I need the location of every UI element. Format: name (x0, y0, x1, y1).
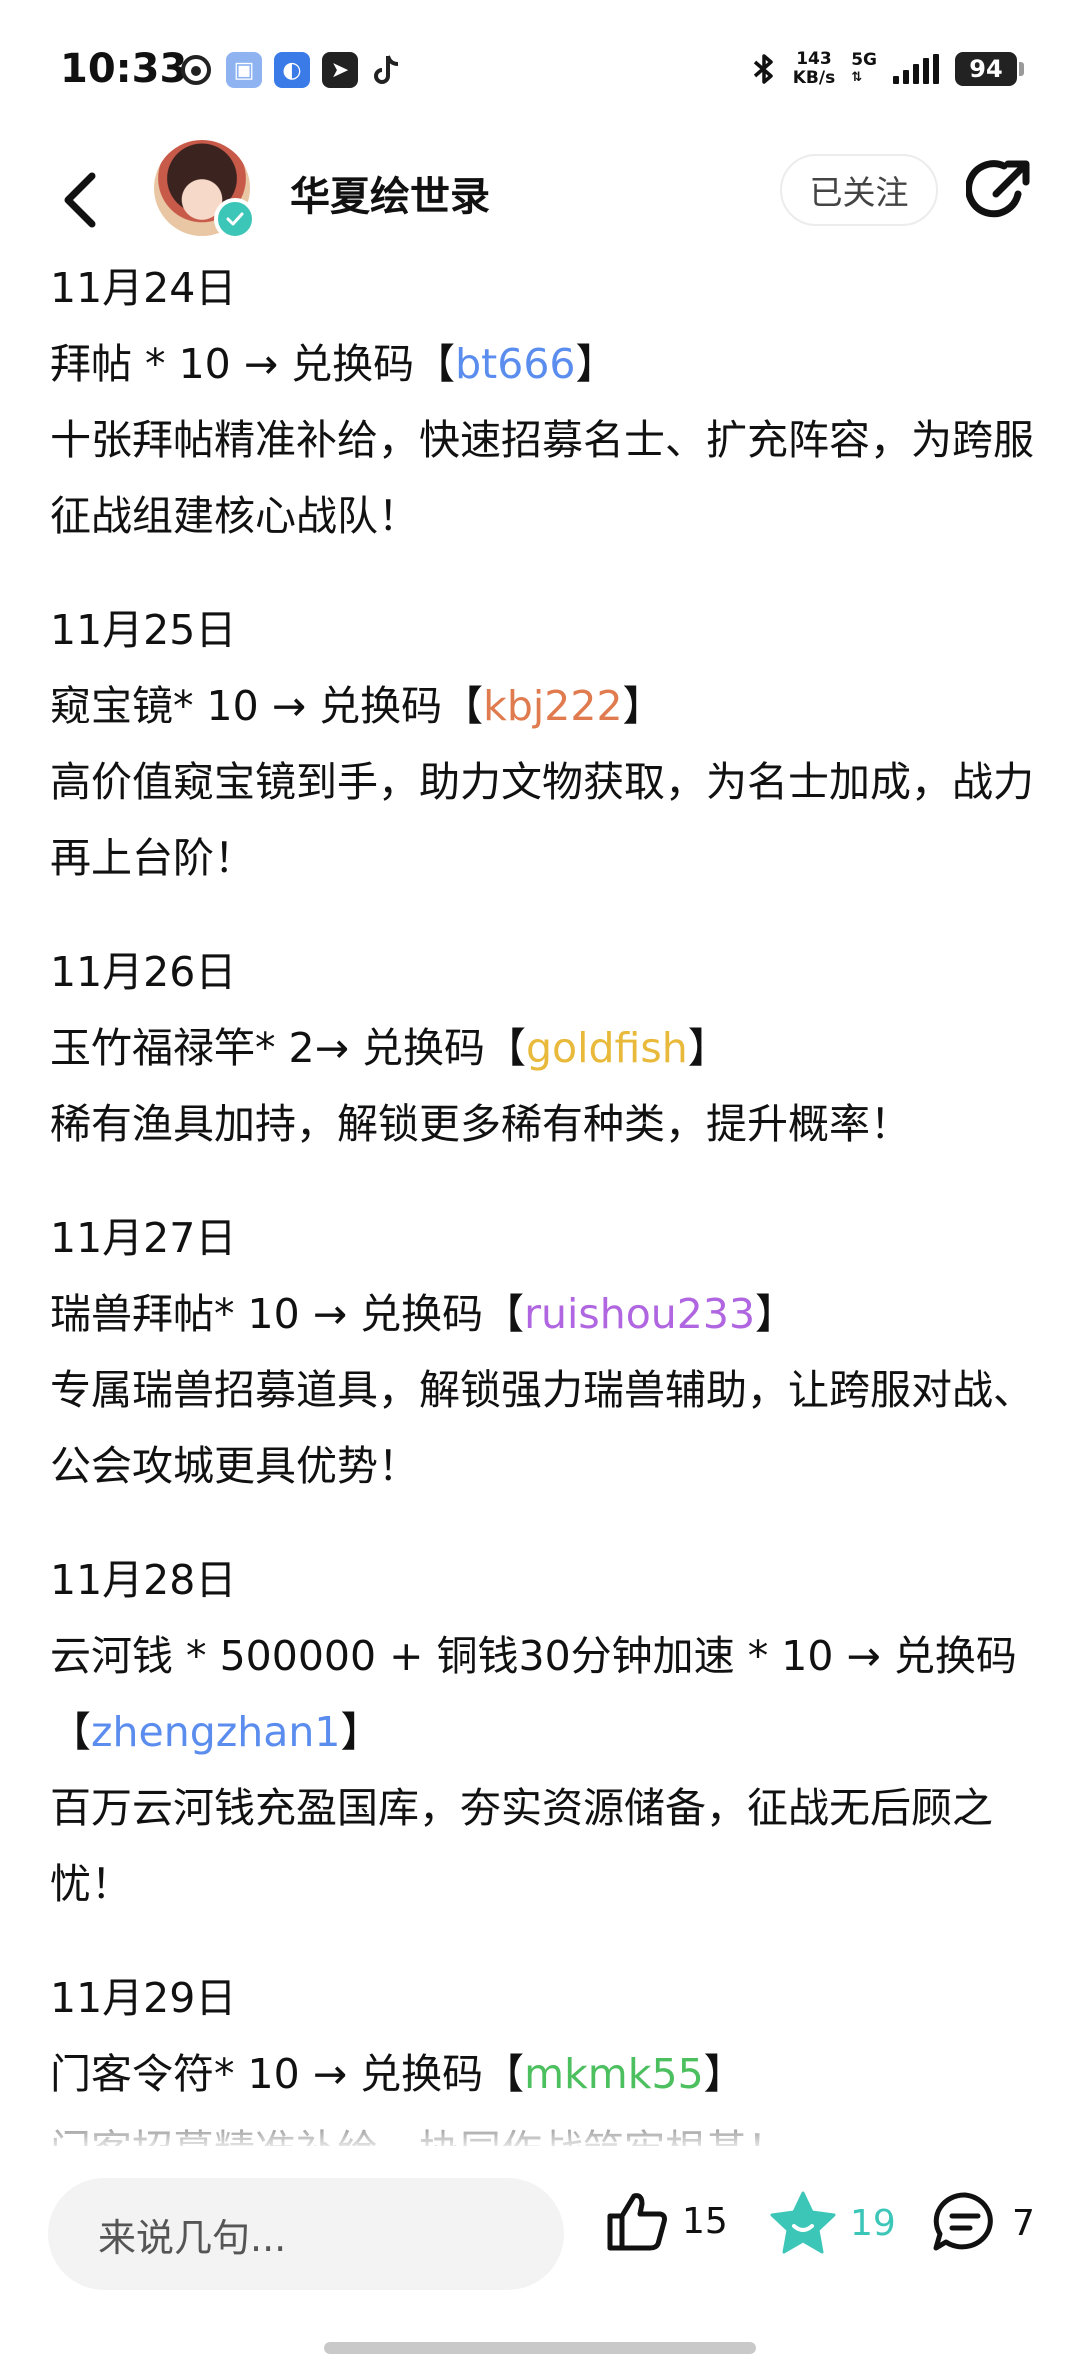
like-count: 15 (682, 2200, 728, 2242)
network-speed-unit: KB/s (792, 68, 836, 88)
battery-indicator: 94 (955, 52, 1024, 86)
weibo-notification-icon (181, 55, 211, 85)
signal-strength-icon (893, 54, 939, 84)
account-avatar[interactable] (154, 140, 256, 240)
comment-placeholder: 来说几句... (98, 2215, 287, 2260)
share-button[interactable] (965, 154, 1036, 224)
star-collect-icon (770, 2191, 836, 2254)
comment-bubble-icon (933, 2192, 993, 2251)
entry-description: 稀有渔具加持，解锁更多稀有种类，提升概率！ (50, 1100, 911, 1148)
battery-tip (1019, 62, 1024, 76)
battery-level: 94 (955, 52, 1017, 86)
content-fade (0, 2090, 1080, 2150)
telegram-notification-icon: ➤ (322, 52, 358, 88)
bluetooth-icon (753, 54, 773, 84)
browser-notification-icon: ◐ (274, 52, 310, 88)
entry-reward: 玉竹福禄竿* 2→ 兑换码【goldfish】 (50, 1010, 1040, 1086)
notification-icons: ▣ ◐ ➤ (178, 52, 402, 88)
redeem-code[interactable]: ruishou233 (524, 1290, 755, 1338)
entry-reward-text: 拜帖 * 10 → 兑换码【 (50, 340, 456, 388)
status-time: 10:33 (60, 46, 188, 92)
entry-date: 11月28日 (50, 1556, 237, 1604)
status-bar: 10:33 ▣ ◐ ➤ 143 KB/s 5G ⇅ 94 (0, 0, 1080, 140)
data-arrows-icon: ⇅ (851, 70, 863, 85)
entry-date: 11月29日 (50, 1974, 237, 2022)
redeem-code-list: 11月24日 拜帖 * 10 → 兑换码【bt666】 十张拜帖精准补给，快速招募名… (50, 250, 1040, 2150)
entry-description: 十张拜帖精准补给，快速招募名士、扩充阵容，为跨服征战组建核心战队！ (50, 416, 1034, 540)
collect-button[interactable]: 19 (768, 2190, 896, 2256)
post-header: 华夏绘世录 已关注 (0, 140, 1080, 260)
entry-reward: 窥宝镜* 10 → 兑换码【kbj222】 (50, 668, 1040, 744)
redeem-entry: 11月24日拜帖 * 10 → 兑换码【bt666】十张拜帖精准补给，快速招募名… (50, 250, 1040, 554)
redeem-entry: 11月26日玉竹福禄竿* 2→ 兑换码【goldfish】稀有渔具加持，解锁更多… (50, 934, 1040, 1162)
entry-reward-text: 玉竹福禄竿* 2→ 兑换码【 (50, 1024, 527, 1072)
redeem-code[interactable]: zhengzhan1 (91, 1708, 340, 1756)
back-arrow-icon (64, 172, 96, 228)
entry-reward-tail: 】 (687, 1024, 729, 1072)
entry-reward-text: 瑞兽拜帖* 10 → 兑换码【 (50, 1290, 525, 1338)
entry-description: 高价值窥宝镜到手，助力文物获取，为名士加成，战力再上台阶！ (50, 758, 1034, 882)
entry-reward-tail: 】 (622, 682, 664, 730)
entry-description: 百万云河钱充盈国库，夯实资源储备，征战无后顾之忧！ (50, 1784, 993, 1908)
home-indicator[interactable] (324, 2342, 756, 2354)
network-type: 5G ⇅ (851, 51, 877, 87)
redeem-entry: 11月28日云河钱 * 500000 + 铜钱30分钟加速 * 10 → 兑换码… (50, 1542, 1040, 1922)
entry-date: 11月25日 (50, 606, 237, 654)
redeem-code[interactable]: kbj222 (483, 682, 622, 730)
system-icons: 143 KB/s 5G ⇅ 94 (751, 50, 1024, 88)
entry-description: 专属瑞兽招募道具，解锁强力瑞兽辅助，让跨服对战、公会攻城更具优势！ (50, 1366, 1034, 1490)
share-icon (965, 160, 1030, 218)
redeem-code[interactable]: bt666 (455, 340, 575, 388)
redeem-entry: 11月25日窥宝镜* 10 → 兑换码【kbj222】高价值窥宝镜到手，助力文物… (50, 592, 1040, 896)
entry-date: 11月27日 (50, 1214, 237, 1262)
bottom-action-bar: 来说几句... 15 19 7 (0, 2146, 1080, 2376)
entry-reward: 拜帖 * 10 → 兑换码【bt666】 (50, 326, 1040, 402)
entry-reward-text: 窥宝镜* 10 → 兑换码【 (50, 682, 484, 730)
app-notification-icon: ▣ (226, 52, 262, 88)
network-type-label: 5G (851, 50, 877, 70)
redeem-entry: 11月27日瑞兽拜帖* 10 → 兑换码【ruishou233】专属瑞兽招募道具… (50, 1200, 1040, 1504)
entry-reward-tail: 】 (340, 1708, 382, 1756)
entry-reward: 云河钱 * 500000 + 铜钱30分钟加速 * 10 → 兑换码【zheng… (50, 1618, 1040, 1770)
entry-date: 11月26日 (50, 948, 237, 996)
entry-date: 11月24日 (50, 264, 237, 312)
comment-count: 7 (1012, 2202, 1035, 2244)
like-button[interactable]: 15 (604, 2190, 728, 2252)
account-name[interactable]: 华夏绘世录 (290, 164, 490, 222)
thumbs-up-icon (607, 2193, 667, 2251)
back-button[interactable] (52, 162, 108, 238)
comment-input[interactable]: 来说几句... (48, 2178, 564, 2290)
entry-reward-tail: 】 (755, 1290, 797, 1338)
post-content: 11月24日 拜帖 * 10 → 兑换码【bt666】 十张拜帖精准补给，快速招募名… (50, 250, 1040, 2150)
verified-badge-icon (214, 198, 256, 240)
collect-count: 19 (850, 2202, 896, 2244)
redeem-code[interactable]: goldfish (526, 1024, 688, 1072)
comment-button[interactable]: 7 (930, 2190, 1035, 2256)
network-speed-value: 143 (796, 49, 832, 69)
entry-reward: 瑞兽拜帖* 10 → 兑换码【ruishou233】 (50, 1276, 1040, 1352)
tiktok-notification-icon (374, 55, 399, 84)
entry-reward-tail: 】 (575, 340, 617, 388)
network-speed: 143 KB/s (793, 50, 835, 88)
follow-button[interactable]: 已关注 (780, 154, 938, 226)
